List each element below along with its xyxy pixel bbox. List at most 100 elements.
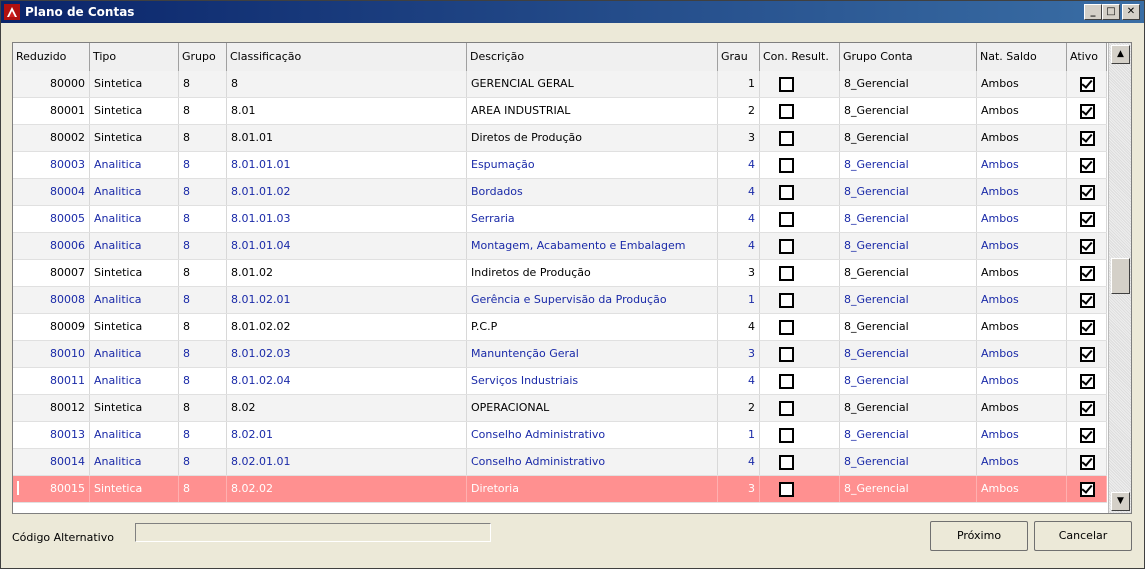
cell-grupo[interactable]: 8 (179, 152, 227, 178)
active-checkbox[interactable] (1080, 428, 1095, 443)
cell-grupo[interactable]: 8 (179, 368, 227, 394)
cell-tipo[interactable]: Analitica (90, 368, 179, 394)
column-header-tipo[interactable]: Tipo (90, 43, 179, 71)
scroll-down-icon[interactable]: ▼ (1111, 492, 1130, 511)
cell-tipo[interactable]: Analitica (90, 422, 179, 448)
table-row[interactable]: 80012 Sintetica 8 8.02 OPERACIONAL 2 8_Gerenci… (13, 395, 1107, 422)
title-bar[interactable]: Plano de Contas _ □ ✕ (1, 1, 1144, 23)
cell-reduzido[interactable]: 80003 (13, 152, 90, 178)
column-header-nat-saldo[interactable]: Nat. Saldo (977, 43, 1067, 71)
cell-grupo[interactable]: 8 (179, 422, 227, 448)
table-row[interactable]: 80010 Analitica 8 8.01.02.03 Manuntenção Ger… (13, 341, 1107, 368)
cell-reduzido[interactable]: 80006 (13, 233, 90, 259)
cancel-button[interactable]: Cancelar (1034, 521, 1132, 551)
cell-grupo[interactable]: 8 (179, 395, 227, 421)
cell-tipo[interactable]: Sintetica (90, 260, 179, 286)
table-row[interactable]: 80006 Analitica 8 8.01.01.04 Montagem, Acaba… (13, 233, 1107, 260)
con-result-checkbox[interactable] (779, 239, 794, 254)
active-checkbox[interactable] (1080, 239, 1095, 254)
cell-nat-saldo[interactable]: Ambos (977, 368, 1067, 394)
cell-tipo[interactable]: Sintetica (90, 98, 179, 124)
cell-nat-saldo[interactable]: Ambos (977, 233, 1067, 259)
table-row[interactable]: 80002 Sintetica 8 8.01.01 Diretos de Produçã… (13, 125, 1107, 152)
cell-nat-saldo[interactable]: Ambos (977, 206, 1067, 232)
cell-classificacao[interactable]: 8.01.02.04 (227, 368, 467, 394)
cell-classificacao[interactable]: 8.02.01 (227, 422, 467, 448)
active-checkbox[interactable] (1080, 320, 1095, 335)
table-row[interactable]: 80001 Sintetica 8 8.01 AREA INDUSTRIAL 2 8_Ger… (13, 98, 1107, 125)
cell-nat-saldo[interactable]: Ambos (977, 449, 1067, 475)
cell-grupo-conta[interactable]: 8_Gerencial (840, 368, 977, 394)
table-row[interactable]: 80014 Analitica 8 8.02.01.01 Conselho Admini… (13, 449, 1107, 476)
cell-grupo-conta[interactable]: 8_Gerencial (840, 449, 977, 475)
cell-reduzido[interactable]: 80014 (13, 449, 90, 475)
con-result-checkbox[interactable] (779, 158, 794, 173)
cell-grau[interactable]: 3 (718, 341, 760, 367)
cell-nat-saldo[interactable]: Ambos (977, 476, 1067, 502)
table-row[interactable]: 80003 Analitica 8 8.01.01.01 Espumação 4 8_Ger… (13, 152, 1107, 179)
cell-grupo[interactable]: 8 (179, 341, 227, 367)
cell-classificacao[interactable]: 8.01.01.04 (227, 233, 467, 259)
cell-grau[interactable]: 3 (718, 125, 760, 151)
cell-reduzido[interactable]: 80000 (13, 71, 90, 97)
con-result-checkbox[interactable] (779, 428, 794, 443)
cell-grupo-conta[interactable]: 8_Gerencial (840, 395, 977, 421)
cell-nat-saldo[interactable]: Ambos (977, 395, 1067, 421)
cell-grau[interactable]: 4 (718, 179, 760, 205)
cell-classificacao[interactable]: 8.01.01.02 (227, 179, 467, 205)
cell-tipo[interactable]: Analitica (90, 179, 179, 205)
column-header-grau[interactable]: Grau (718, 43, 760, 71)
cell-nat-saldo[interactable]: Ambos (977, 125, 1067, 151)
cell-grupo-conta[interactable]: 8_Gerencial (840, 287, 977, 313)
cell-nat-saldo[interactable]: Ambos (977, 314, 1067, 340)
con-result-checkbox[interactable] (779, 347, 794, 362)
cell-grau[interactable]: 1 (718, 287, 760, 313)
table-row[interactable]: 80011 Analitica 8 8.01.02.04 Serviços Indust… (13, 368, 1107, 395)
cell-descricao[interactable]: GERENCIAL GERAL (467, 71, 718, 97)
column-header-ativo[interactable]: Ativo (1067, 43, 1107, 71)
cell-grau[interactable]: 3 (718, 476, 760, 502)
cell-grau[interactable]: 4 (718, 314, 760, 340)
cell-descricao[interactable]: OPERACIONAL (467, 395, 718, 421)
cell-descricao[interactable]: Serviços Industriais (467, 368, 718, 394)
cell-grau[interactable]: 4 (718, 449, 760, 475)
cell-grupo-conta[interactable]: 8_Gerencial (840, 341, 977, 367)
cell-reduzido[interactable]: 80015 (13, 476, 90, 502)
table-row[interactable]: 80000 Sintetica 8 8 GERENCIAL GERAL 1 8_Gerenc… (13, 71, 1107, 98)
column-header-classificacao[interactable]: Classificação (227, 43, 467, 71)
cell-tipo[interactable]: Analitica (90, 287, 179, 313)
cell-reduzido[interactable]: 80010 (13, 341, 90, 367)
cell-grupo[interactable]: 8 (179, 125, 227, 151)
active-checkbox[interactable] (1080, 212, 1095, 227)
cell-descricao[interactable]: Montagem, Acabamento e Embalagem (467, 233, 718, 259)
cell-descricao[interactable]: Conselho Administrativo (467, 422, 718, 448)
cell-descricao[interactable]: Bordados (467, 179, 718, 205)
cell-nat-saldo[interactable]: Ambos (977, 260, 1067, 286)
close-icon[interactable]: ✕ (1122, 4, 1140, 20)
cell-descricao[interactable]: Conselho Administrativo (467, 449, 718, 475)
active-checkbox[interactable] (1080, 104, 1095, 119)
cell-classificacao[interactable]: 8.01.02.01 (227, 287, 467, 313)
cell-grupo[interactable]: 8 (179, 71, 227, 97)
cell-grupo[interactable]: 8 (179, 314, 227, 340)
cell-tipo[interactable]: Analitica (90, 206, 179, 232)
table-row[interactable]: 80005 Analitica 8 8.01.01.03 Serraria 4 8_Gere… (13, 206, 1107, 233)
scroll-up-icon[interactable]: ▲ (1111, 45, 1130, 64)
cell-reduzido[interactable]: 80012 (13, 395, 90, 421)
cell-grupo-conta[interactable]: 8_Gerencial (840, 71, 977, 97)
cell-descricao[interactable]: Espumação (467, 152, 718, 178)
table-row[interactable]: 80007 Sintetica 8 8.01.02 Indiretos de Produ… (13, 260, 1107, 287)
table-row-selected[interactable]: 80015 Sintetica 8 8.02.02 Diretoria 3 8_Gerenc… (13, 476, 1107, 503)
con-result-checkbox[interactable] (779, 104, 794, 119)
cell-classificacao[interactable]: 8 (227, 71, 467, 97)
scroll-thumb[interactable] (1111, 258, 1130, 294)
table-row[interactable]: 80009 Sintetica 8 8.01.02.02 P.C.P 4 8_Gerenci… (13, 314, 1107, 341)
table-row[interactable]: 80004 Analitica 8 8.01.01.02 Bordados 4 8_Gere… (13, 179, 1107, 206)
cell-classificacao[interactable]: 8.01.01.03 (227, 206, 467, 232)
cell-grau[interactable]: 1 (718, 71, 760, 97)
cell-grau[interactable]: 4 (718, 206, 760, 232)
cell-tipo[interactable]: Analitica (90, 449, 179, 475)
next-button[interactable]: Próximo (930, 521, 1028, 551)
cell-classificacao[interactable]: 8.01.02.02 (227, 314, 467, 340)
cell-classificacao[interactable]: 8.02 (227, 395, 467, 421)
